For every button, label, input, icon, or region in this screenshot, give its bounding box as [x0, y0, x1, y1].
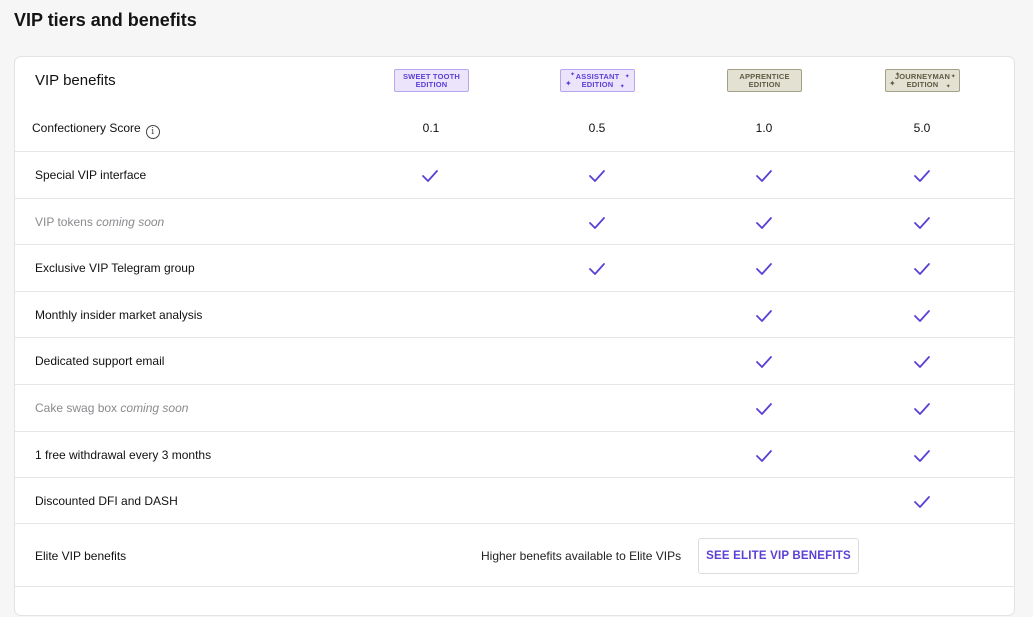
benefit-label-text: Special VIP interface [35, 168, 147, 182]
sparkle-icon: ✦ [889, 79, 896, 88]
benefit-label: Special VIP interface [35, 168, 146, 182]
score-label-text: Confectionery Score [32, 121, 141, 135]
score-value: 5.0 [913, 121, 931, 135]
table-header: VIP benefits SWEET TOOTH EDITION ✦ ✦ ✦ ✦… [15, 57, 1014, 105]
benefit-label-text: Dedicated support email [35, 354, 165, 369]
tier-badge-assistant: ✦ ✦ ✦ ✦ ASSISTANT EDITION [560, 69, 635, 92]
benefit-label-text: Discounted DFI and DASH [35, 494, 178, 509]
benefit-label: Dedicated support email [35, 354, 164, 368]
benefit-label-text: Exclusive VIP Telegram group [35, 261, 195, 276]
table-header-title: VIP benefits [35, 72, 116, 89]
sparkle-icon: ✦ [570, 72, 576, 78]
checkmark-icon [914, 449, 930, 462]
checkmark-icon [756, 403, 772, 415]
checkmark-icon [422, 170, 438, 182]
tier-badge-apprentice: APPRENTICE EDITION [727, 69, 802, 92]
table-row-divider [15, 586, 1014, 617]
checkmark-icon [914, 309, 930, 322]
benefit-label: 1 free withdrawal every 3 months [35, 448, 211, 462]
checkmark-icon [914, 356, 930, 369]
sparkle-icon: ✦ [950, 74, 956, 80]
table-row: Exclusive VIP Telegram group [15, 244, 1014, 291]
table-row: Dedicated support email [15, 337, 1014, 384]
benefit-label-text: Monthly insider market analysis [35, 307, 203, 322]
tier-badge-sweet-tooth: SWEET TOOTH EDITION [394, 69, 469, 92]
checkmark-icon [914, 263, 930, 276]
table-row: VIP tokens coming soon [15, 197, 1014, 245]
coming-soon-label: coming soon [96, 214, 165, 229]
checkmark-icon [756, 216, 772, 229]
benefit-label: Monthly insider market analysis [35, 308, 202, 322]
table-row: Monthly insider market analysis [15, 290, 1014, 338]
table-row: Cake swag box coming soon [15, 384, 1014, 431]
elite-description: Higher benefits available to Elite VIPs [481, 549, 682, 563]
checkmark-icon [914, 496, 930, 509]
tier-badge-journeyman: ✦ ✦ ✦ ✦ JOURNEYMAN EDITION [885, 69, 960, 92]
checkmark-icon [756, 309, 772, 322]
table-row: 1 free withdrawal every 3 months [15, 430, 1014, 478]
checkmark-icon [756, 449, 772, 462]
score-value: 1.0 [755, 121, 773, 135]
benefit-label-text: VIP tokens [35, 214, 93, 229]
see-elite-benefits-button[interactable]: SEE ELITE VIP BENEFITS [698, 538, 859, 574]
benefit-label-text: Cake swag box [35, 401, 118, 415]
vip-benefits-card: VIP benefits SWEET TOOTH EDITION ✦ ✦ ✦ ✦… [14, 56, 1015, 616]
checkmark-icon [914, 170, 930, 182]
coming-soon-label: coming soon [120, 401, 189, 415]
score-value: 0.5 [588, 121, 606, 135]
checkmark-icon [756, 170, 772, 182]
tier-badge-line2: EDITION [415, 80, 448, 89]
score-label: Confectionery Score i [32, 121, 160, 139]
sparkle-icon: ✦ [945, 84, 951, 90]
score-row: Confectionery Score i 0.1 0.5 1.0 5.0 [15, 105, 1014, 151]
sparkle-icon: ✦ [619, 84, 625, 90]
benefit-label: Cake swag box coming soon [35, 401, 188, 415]
checkmark-icon [756, 356, 772, 369]
benefit-label-text: 1 free withdrawal every 3 months [35, 447, 212, 462]
sparkle-icon: ✦ [565, 79, 572, 88]
page-title: VIP tiers and benefits [14, 10, 197, 30]
benefit-label: VIP tokens coming soon [35, 215, 164, 229]
score-value: 0.1 [422, 121, 440, 135]
elite-label: Elite VIP benefits [35, 549, 127, 563]
info-icon[interactable]: i [145, 125, 160, 139]
checkmark-icon [589, 170, 605, 182]
tier-badge-line2: EDITION [748, 80, 781, 89]
table-row: Discounted DFI and DASH [15, 477, 1014, 524]
checkmark-icon [914, 403, 930, 415]
checkmark-icon [589, 263, 605, 276]
sparkle-icon: ✦ [624, 74, 630, 80]
sparkle-icon: ✦ [895, 72, 901, 78]
benefit-label: Discounted DFI and DASH [35, 494, 178, 508]
checkmark-icon [589, 216, 605, 229]
checkmark-icon [756, 263, 772, 276]
checkmark-icon [914, 216, 930, 229]
table-row: Special VIP interface [15, 151, 1014, 198]
elite-row: Elite VIP benefits Higher benefits avail… [15, 523, 1014, 586]
benefit-label: Exclusive VIP Telegram group [35, 261, 195, 275]
